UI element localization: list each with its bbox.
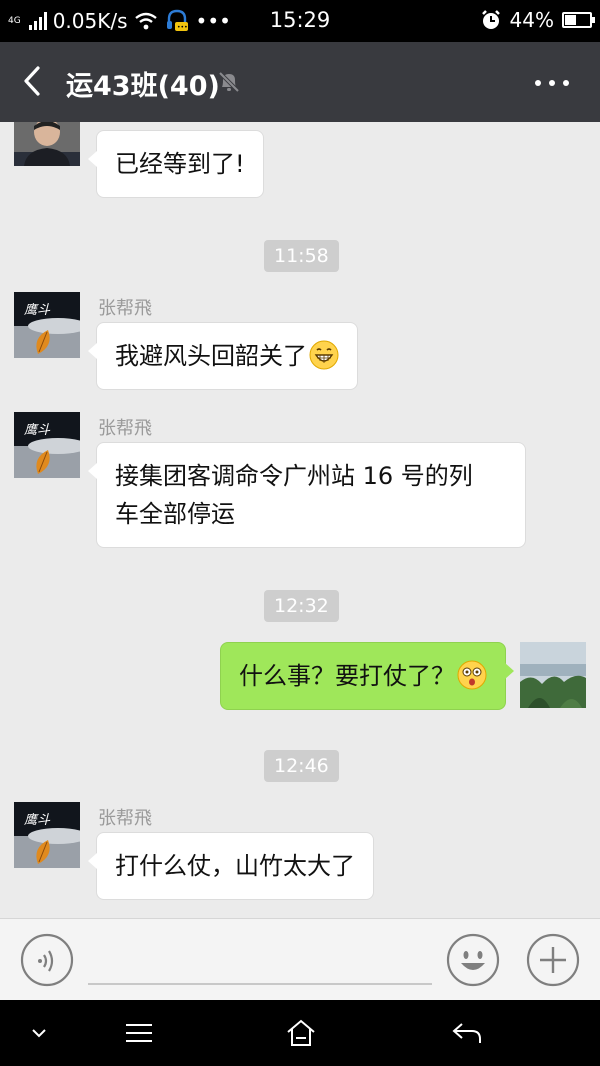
message-text: 我避风头回韶关了 <box>115 342 307 370</box>
home-icon[interactable] <box>284 1016 318 1050</box>
own-message-bubble[interactable]: 什么事？要打仗了？ <box>220 642 514 710</box>
avatar[interactable]: 鹰斗 <box>14 292 80 358</box>
voice-button[interactable] <box>20 933 74 987</box>
grin-emoji-icon <box>309 340 339 370</box>
avatar[interactable] <box>14 122 80 188</box>
chat-title: 运43班(40) <box>66 71 220 102</box>
own-avatar[interactable] <box>520 642 586 708</box>
avatar[interactable]: 鹰斗 <box>14 802 80 868</box>
message-bubble[interactable]: 已经等到了! <box>88 130 264 198</box>
emoji-button[interactable] <box>446 933 500 987</box>
message-list[interactable]: 已经等到了! 11:58 鹰斗 张帮飛 我避风头回韶关了 鹰斗 张帮飛 接集团客… <box>0 122 600 918</box>
dazed-emoji-icon <box>457 660 487 690</box>
smiley-icon <box>446 933 500 987</box>
plus-icon <box>526 933 580 987</box>
battery-percent: 44% <box>509 8 554 32</box>
svg-text:鹰斗: 鹰斗 <box>24 423 51 438</box>
timestamp: 12:32 <box>264 590 339 622</box>
chat-header: 运43班(40) <box>0 42 600 122</box>
sender-name: 张帮飛 <box>98 808 152 829</box>
message-text-line: 车全部停运 <box>115 500 235 528</box>
bell-off-icon <box>218 71 240 93</box>
message-text: 什么事？要打仗了？ <box>239 662 455 690</box>
sender-name: 张帮飛 <box>98 418 152 439</box>
message-text-line: 接集团客调命令广州站 16 号的列 <box>115 462 473 490</box>
svg-text:鹰斗: 鹰斗 <box>24 303 51 318</box>
voice-icon <box>38 950 54 972</box>
svg-text:鹰斗: 鹰斗 <box>24 813 51 828</box>
more-button[interactable] <box>532 68 572 98</box>
back-arrow-icon[interactable] <box>450 1016 484 1050</box>
system-nav-bar <box>0 1000 600 1066</box>
message-input[interactable] <box>88 983 432 985</box>
timestamp: 12:46 <box>264 750 339 782</box>
status-bar: 4G 0.05K/s ••• ••• 15:29 44% <box>0 0 600 42</box>
message-text: 打什么仗，山竹太大了 <box>115 852 355 880</box>
input-bar <box>0 918 600 1000</box>
chevron-left-icon <box>24 66 40 96</box>
message-text: 已经等到了! <box>115 150 245 178</box>
message-bubble[interactable]: 打什么仗，山竹太大了 <box>88 832 374 900</box>
sender-name: 张帮飛 <box>98 298 152 319</box>
menu-icon[interactable] <box>122 1016 156 1050</box>
avatar[interactable]: 鹰斗 <box>14 412 80 478</box>
chevron-down-icon[interactable] <box>22 1016 56 1050</box>
alarm-icon <box>481 10 500 29</box>
more-dots-icon <box>535 80 569 86</box>
back-button[interactable] <box>10 58 56 104</box>
message-bubble[interactable]: 接集团客调命令广州站 16 号的列 车全部停运 <box>88 442 526 548</box>
battery-icon <box>562 12 595 28</box>
more-actions-button[interactable] <box>526 933 580 987</box>
message-bubble[interactable]: 我避风头回韶关了 <box>88 322 358 390</box>
timestamp: 11:58 <box>264 240 339 272</box>
